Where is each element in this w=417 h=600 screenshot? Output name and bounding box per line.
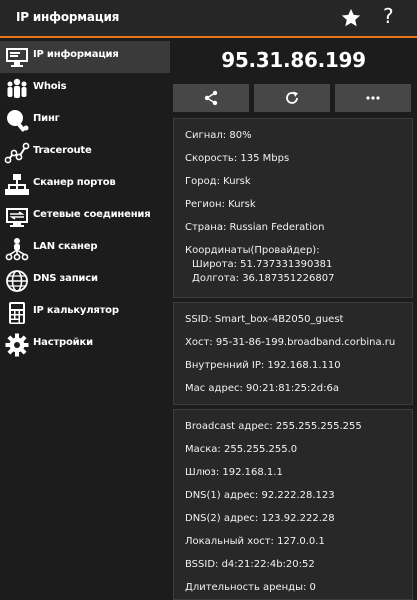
signal-text: Сигнал: 80% [185, 130, 252, 141]
ssid-text: SSID: Smart_box-4B2050_guest [185, 314, 344, 325]
sidebar-item-label: Настройки [33, 337, 93, 348]
sidebar-item-ip-info[interactable]: IP информация [0, 41, 170, 73]
local-host-text: Локальный хост: 127.0.0.1 [185, 536, 325, 547]
refresh-button[interactable] [254, 84, 330, 112]
app-bar: IP информация ? [0, 0, 417, 38]
mask-text: Маска: 255.255.255.0 [185, 444, 298, 455]
more-button[interactable] [335, 84, 411, 112]
lease-duration-text: Длительность аренды: 0 [185, 582, 316, 593]
longitude-text: Долгота: 36.187351226807 [192, 273, 335, 284]
dns2-text: DNS(2) адрес: 123.92.222.28 [185, 513, 335, 524]
sidebar: IP информация Whois Пинг Traceroute Скан… [0, 40, 170, 600]
bssid-text: BSSID: d4:21:22:4b:20:52 [185, 559, 315, 570]
host-text: Хост: 95-31-86-199.broadband.corbina.ru [185, 337, 396, 348]
main-panel: 95.31.86.199 Сигнал: 80% Скорость: 135 M… [170, 40, 417, 600]
public-ip-address: 95.31.86.199 [221, 48, 366, 72]
country-text: Страна: Russian Federation [185, 222, 325, 233]
help-icon[interactable]: ? [383, 4, 394, 28]
sidebar-item-label: Сканер портов [33, 177, 116, 188]
connections-icon [6, 208, 28, 227]
latitude-text: Широта: 51.737331390381 [192, 259, 333, 270]
sidebar-item-label: Whois [33, 81, 67, 92]
sidebar-item-ip-calculator[interactable]: IP калькулятор [0, 297, 170, 329]
city-text: Город: Kursk [185, 176, 251, 187]
sidebar-item-traceroute[interactable]: Traceroute [0, 137, 170, 169]
sidebar-item-label: Сетевые соединения [33, 209, 151, 220]
page-title: IP информация [16, 10, 120, 24]
refresh-icon [286, 91, 298, 104]
sidebar-item-label: IP калькулятор [33, 305, 119, 316]
mac-address-text: Mac адрес: 90:21:81:25:2d:6a [185, 383, 339, 394]
globe-icon [6, 270, 28, 292]
network-card: Broadcast адрес: 255.255.255.255 Маска: … [173, 409, 413, 600]
calculator-icon [9, 302, 25, 324]
broadcast-text: Broadcast адрес: 255.255.255.255 [185, 421, 362, 432]
internal-ip-text: Внутренний IP: 192.168.1.110 [185, 360, 341, 371]
more-icon [366, 96, 380, 100]
share-icon [204, 90, 218, 106]
network-tree-icon [5, 174, 29, 195]
share-button[interactable] [173, 84, 249, 112]
sidebar-item-label: Пинг [33, 113, 60, 124]
sidebar-item-lan-scanner[interactable]: LAN сканер [0, 233, 170, 265]
sidebar-item-label: Traceroute [33, 145, 92, 156]
sidebar-item-label: DNS записи [33, 273, 98, 284]
location-card: Сигнал: 80% Скорость: 135 Mbps Город: Ku… [173, 118, 413, 298]
coordinates-title: Координаты(Провайдер): [185, 245, 320, 256]
region-text: Регион: Kursk [185, 199, 256, 210]
star-icon[interactable] [340, 7, 362, 29]
sidebar-item-dns-records[interactable]: DNS записи [0, 265, 170, 297]
sidebar-item-connections[interactable]: Сетевые соединения [0, 201, 170, 233]
speed-text: Скорость: 135 Mbps [185, 153, 290, 164]
monitor-icon [6, 48, 28, 67]
route-icon [4, 142, 30, 164]
sidebar-item-port-scanner[interactable]: Сканер портов [0, 169, 170, 201]
sidebar-item-settings[interactable]: Настройки [0, 329, 170, 361]
dns1-text: DNS(1) адрес: 92.222.28.123 [185, 490, 335, 501]
gateway-text: Шлюз: 192.168.1.1 [185, 467, 283, 478]
sidebar-item-whois[interactable]: Whois [0, 73, 170, 105]
sidebar-item-label: IP информация [33, 49, 119, 60]
wifi-card: SSID: Smart_box-4B2050_guest Хост: 95-31… [173, 302, 413, 405]
lan-icon [5, 238, 29, 261]
sidebar-item-ping[interactable]: Пинг [0, 105, 170, 137]
gear-icon [5, 333, 29, 357]
people-icon [7, 78, 27, 98]
ping-pong-icon [7, 110, 29, 132]
sidebar-item-label: LAN сканер [33, 241, 98, 252]
